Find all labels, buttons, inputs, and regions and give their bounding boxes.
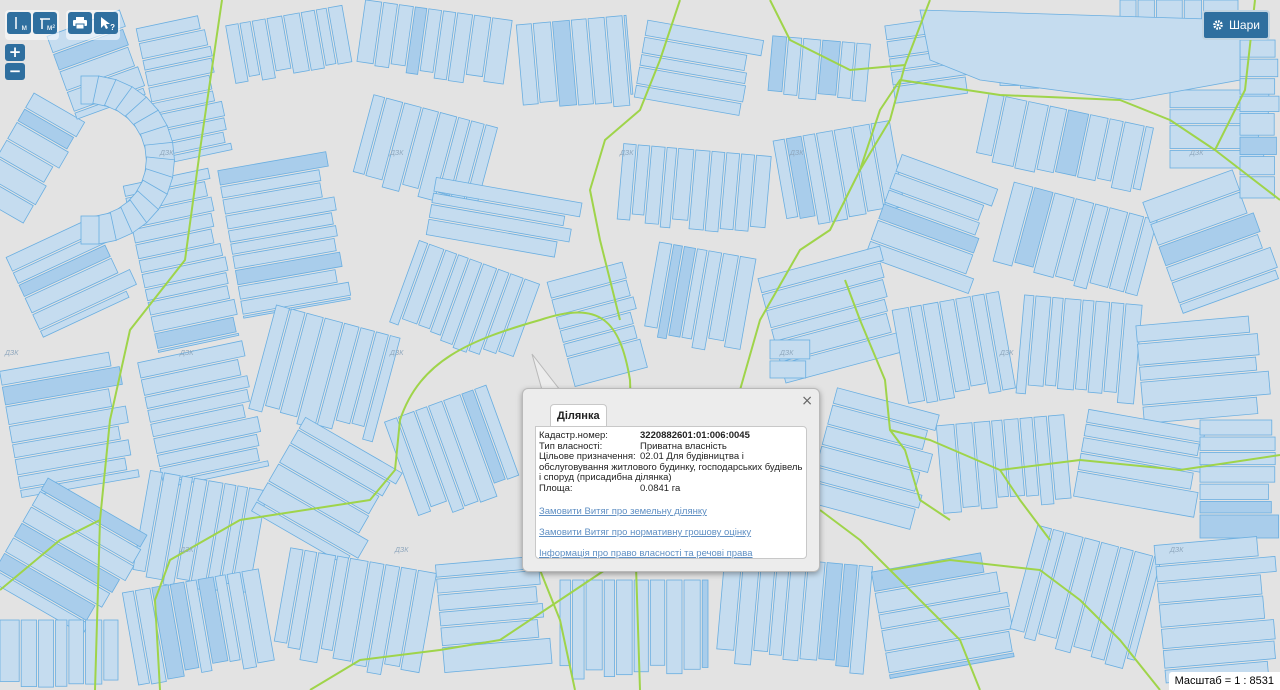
map-label: ДЗК <box>159 150 174 157</box>
map-label: ДЗК <box>779 350 794 357</box>
order-valuation-extract-link[interactable]: Замовити Витяг про нормативну грошову оц… <box>539 527 803 538</box>
parcel[interactable] <box>1239 136 1277 155</box>
parcel[interactable] <box>80 215 100 245</box>
parcel[interactable] <box>1199 419 1273 436</box>
layers-button[interactable]: Шари <box>1201 10 1270 40</box>
parcel-block <box>1199 419 1279 539</box>
parcel[interactable] <box>1239 113 1275 136</box>
parcel-block <box>0 619 119 688</box>
map-label: ДЗК <box>179 547 194 554</box>
map-label: ДЗК <box>619 150 634 157</box>
parcel[interactable] <box>1239 58 1279 78</box>
cadastral-value: 3220882601:01:006:0045 <box>640 430 750 441</box>
order-land-extract-link[interactable]: Замовити Витяг про земельну ділянку <box>539 506 803 517</box>
parcel[interactable] <box>616 579 633 676</box>
parcel-block <box>559 579 709 680</box>
measure-length-sub: м <box>21 23 28 32</box>
parcel[interactable] <box>649 579 666 666</box>
parcel[interactable] <box>1199 436 1276 451</box>
map-label: ДЗК <box>394 547 409 554</box>
cadastral-map[interactable]: ДЗК ДЗК ДЗК ДЗК ДЗК ДЗК ДЗК ДЗК ДЗК ДЗК ДЗК ДЗК ДЗК <box>0 0 1280 690</box>
measure-length-button[interactable]: м <box>7 12 31 34</box>
area-label: Площа: <box>539 482 573 494</box>
parcel[interactable] <box>701 579 709 668</box>
map-label: ДЗК <box>1189 150 1204 157</box>
zoom-in-button[interactable]: + <box>5 44 25 61</box>
parcel[interactable] <box>666 579 683 675</box>
parcel[interactable] <box>103 619 119 681</box>
map-label: ДЗК <box>1169 547 1184 554</box>
map-label: ДЗК <box>389 150 404 157</box>
parcel[interactable] <box>1199 452 1276 466</box>
map-label: ДЗК <box>179 350 194 357</box>
attribute-table: Кадастр.номер: 3220882601:01:006:0045 Ти… <box>539 430 803 494</box>
zoom-control: + − <box>5 44 25 80</box>
print-info-toolgroup: ? <box>66 10 120 40</box>
map-canvas[interactable]: ДЗК ДЗК ДЗК ДЗК ДЗК ДЗК ДЗК ДЗК ДЗК ДЗК ДЗК ДЗК ДЗК <box>0 0 1280 690</box>
map-label: ДЗК <box>999 350 1014 357</box>
zoom-out-button[interactable]: − <box>5 63 25 80</box>
parcel[interactable] <box>1239 176 1275 199</box>
parcel[interactable] <box>1199 501 1272 514</box>
tab-parcel[interactable]: Ділянка <box>550 404 607 427</box>
parcel[interactable] <box>1239 95 1280 112</box>
cadastral-label: Кадастр.номер: <box>539 430 608 441</box>
parcel-attributes-panel: Кадастр.номер: 3220882601:01:006:0045 Ти… <box>535 426 807 559</box>
print-button[interactable] <box>68 12 92 34</box>
parcel[interactable] <box>1199 466 1276 483</box>
parcel[interactable] <box>1199 483 1269 500</box>
map-scale: Масштаб = 1 : 8531 <box>1168 672 1280 690</box>
layers-label: Шари <box>1228 18 1260 32</box>
info-button[interactable]: ? <box>94 12 118 34</box>
measure-toolgroup: м м² <box>5 10 59 40</box>
parcel[interactable] <box>85 619 103 685</box>
parcel[interactable] <box>68 619 84 685</box>
measure-area-sub: м² <box>46 23 55 32</box>
parcel[interactable] <box>683 579 701 670</box>
purpose-value: 02.01 Для будівництва і <box>640 451 744 462</box>
parcel-block <box>515 14 634 108</box>
purpose-value-continued: обслуговування житлового будинку, господ… <box>539 461 803 483</box>
parcel[interactable] <box>769 360 807 379</box>
parcel[interactable] <box>38 619 54 688</box>
popup-links: Замовити Витяг про земельну ділянку Замо… <box>539 506 803 559</box>
area-value: 0.0841 га <box>640 482 681 494</box>
measure-area-button[interactable]: м² <box>33 12 57 34</box>
map-label: ДЗК <box>4 350 19 357</box>
map-label: ДЗК <box>789 150 804 157</box>
parcel[interactable] <box>0 619 20 682</box>
close-icon[interactable]: × <box>801 393 813 409</box>
parcel[interactable] <box>55 619 68 687</box>
parcel[interactable] <box>20 619 37 687</box>
parcel[interactable] <box>572 579 585 680</box>
printer-icon <box>73 17 87 29</box>
parcel[interactable] <box>603 579 615 677</box>
ownership-rights-info-link[interactable]: Інформація про право власності та речові… <box>539 548 803 559</box>
parcel[interactable] <box>1239 39 1276 58</box>
gear-icon <box>1213 20 1223 30</box>
map-label: ДЗК <box>389 350 404 357</box>
purpose-label: Цільове призначення: <box>539 451 636 462</box>
parcel[interactable] <box>1199 514 1279 539</box>
parcel-block <box>769 339 811 379</box>
parcel[interactable] <box>585 579 603 671</box>
info-sub: ? <box>110 23 115 32</box>
parcel-info-popup: × Ділянка Кадастр.номер: 3220882601:01:0… <box>522 388 820 572</box>
